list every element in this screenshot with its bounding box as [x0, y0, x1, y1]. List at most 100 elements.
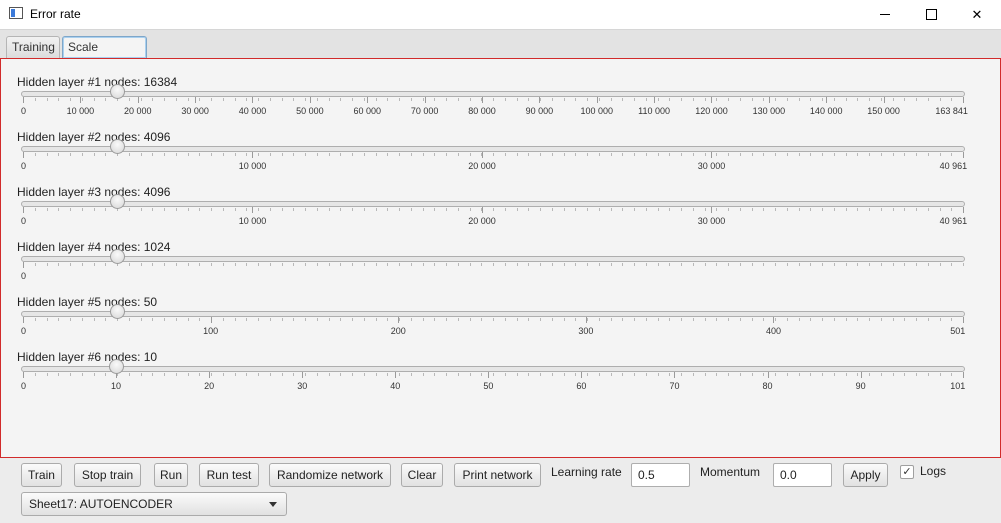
minor-tick	[927, 318, 929, 321]
minor-tick	[951, 208, 953, 211]
major-tick	[137, 97, 139, 103]
minor-tick	[775, 373, 776, 376]
tick-label: 0	[21, 216, 27, 226]
minor-tick	[70, 153, 71, 156]
minor-tick	[869, 153, 870, 156]
minor-tick	[845, 153, 847, 156]
minor-tick	[692, 318, 694, 321]
slider-tick-labels: 0 10 000 20 000 30 000 40 000 50 000 60 000 70 …	[21, 106, 968, 120]
minor-tick	[93, 153, 95, 156]
minor-tick	[93, 373, 95, 376]
sheet-select[interactable]: Sheet17: AUTOENCODER	[21, 492, 287, 516]
momentum-input[interactable]: 0.0	[773, 463, 832, 487]
title-bar: Error rate ✕	[0, 0, 1001, 29]
minor-tick	[328, 208, 330, 211]
slider-thumb[interactable]	[109, 359, 125, 374]
major-tick	[395, 372, 397, 378]
tick-label: 10 000	[66, 106, 95, 116]
minor-tick	[739, 153, 741, 156]
minor-tick	[375, 373, 377, 376]
maximize-button[interactable]	[908, 0, 954, 29]
train-button[interactable]: Train	[21, 463, 62, 487]
minor-tick	[258, 373, 259, 376]
clear-button[interactable]: Clear	[401, 463, 443, 487]
major-tick	[963, 152, 964, 158]
apply-button[interactable]: Apply	[843, 463, 888, 487]
slider-thumb[interactable]	[109, 304, 125, 319]
minor-tick	[669, 153, 671, 156]
minor-tick	[763, 263, 765, 266]
minor-tick	[328, 318, 330, 321]
minor-tick	[610, 263, 612, 266]
minor-tick	[222, 98, 224, 101]
minor-tick	[704, 373, 706, 376]
slider-thumb[interactable]	[109, 194, 125, 209]
slider-thumb[interactable]	[109, 139, 125, 154]
minor-tick	[375, 318, 377, 321]
minor-tick	[575, 153, 577, 156]
learning-rate-input[interactable]: 0.5	[631, 463, 690, 487]
slider-thumb[interactable]	[109, 249, 125, 264]
minor-tick	[833, 98, 835, 101]
minor-tick	[716, 208, 718, 211]
close-button[interactable]: ✕	[954, 0, 1000, 29]
minor-tick	[352, 98, 353, 101]
minor-tick	[704, 98, 706, 101]
minor-tick	[810, 263, 812, 266]
minor-tick	[880, 263, 882, 266]
print-network-button[interactable]: Print network	[454, 463, 541, 487]
minor-tick	[822, 263, 823, 266]
minor-tick	[504, 318, 506, 321]
tab-training[interactable]: Training	[6, 36, 60, 58]
minor-tick	[246, 98, 248, 101]
minor-tick	[305, 373, 306, 376]
minor-tick	[446, 373, 447, 376]
minor-tick	[798, 153, 800, 156]
minor-tick	[222, 263, 224, 266]
bottom-toolbar: Train Stop train Run Run test Randomize …	[0, 458, 1001, 523]
run-test-button[interactable]: Run test	[199, 463, 259, 487]
slider-tick-labels: 0 10 000 20 000 30 000 40 961	[21, 216, 967, 230]
maximize-icon	[925, 9, 937, 20]
logs-checkbox[interactable]: ✓	[900, 465, 914, 479]
minor-tick	[775, 153, 776, 156]
minor-tick	[939, 373, 941, 376]
minimize-icon	[880, 14, 890, 15]
tick-label: 50 000	[296, 106, 324, 116]
minor-tick	[951, 318, 953, 321]
minor-tick	[175, 318, 177, 321]
minimize-button[interactable]	[862, 0, 908, 29]
minor-tick	[187, 373, 189, 376]
minor-tick	[751, 153, 753, 156]
minor-tick	[187, 208, 189, 211]
slider-tick-labels: 0 10 000 20 000 30 000 40 961	[21, 161, 967, 175]
minor-tick	[716, 98, 718, 101]
minor-tick	[81, 98, 83, 101]
tab-scale-network[interactable]: Scale network	[62, 36, 147, 74]
minor-tick	[587, 318, 588, 321]
minor-tick	[610, 373, 612, 376]
minor-tick	[469, 153, 471, 156]
minor-tick	[81, 373, 83, 376]
minor-tick	[46, 318, 48, 321]
minor-tick	[305, 263, 306, 266]
tick-label: 60	[576, 381, 587, 391]
run-button[interactable]: Run	[154, 463, 188, 487]
minor-tick	[822, 98, 823, 101]
minor-tick	[493, 263, 494, 266]
slider-thumb[interactable]	[109, 84, 125, 99]
minor-tick	[563, 208, 565, 211]
minor-tick	[587, 98, 588, 101]
minor-tick	[951, 263, 953, 266]
minor-tick	[904, 318, 906, 321]
minor-tick	[387, 208, 389, 211]
tick-label: 40	[390, 381, 401, 391]
minor-tick	[446, 153, 447, 156]
minor-tick	[316, 208, 318, 211]
minor-tick	[387, 373, 389, 376]
minor-tick	[422, 153, 424, 156]
randomize-network-button[interactable]: Randomize network	[269, 463, 391, 487]
stop-train-button[interactable]: Stop train	[74, 463, 141, 487]
minor-tick	[563, 153, 565, 156]
minor-tick	[622, 153, 624, 156]
